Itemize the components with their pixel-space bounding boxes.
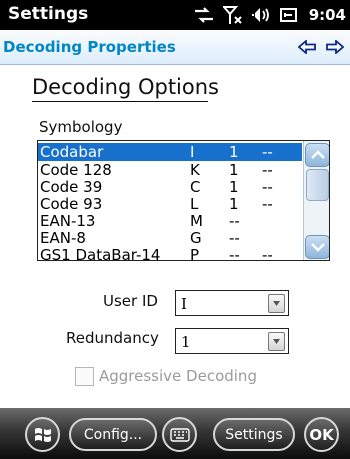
status-title: Settings bbox=[8, 4, 89, 24]
list-item[interactable]: Code 39 C 1 -- bbox=[38, 178, 302, 196]
symbology-listbox[interactable]: Codabar I 1 -- Code 128 K 1 -- Code 39 C… bbox=[37, 140, 330, 261]
symbology-value: 1 bbox=[229, 178, 239, 196]
symbology-label: Symbology bbox=[39, 118, 123, 136]
symbology-value: -- bbox=[229, 229, 240, 247]
back-arrow-button[interactable] bbox=[296, 36, 318, 58]
clock[interactable]: 9:04 bbox=[309, 6, 346, 24]
list-item[interactable]: Codabar I 1 -- bbox=[38, 143, 302, 161]
keyboard-button[interactable] bbox=[162, 417, 197, 452]
volume-icon[interactable] bbox=[251, 5, 271, 25]
symbology-extra: -- bbox=[262, 195, 273, 213]
symbology-extra: -- bbox=[262, 178, 273, 196]
chevron-down-icon bbox=[310, 243, 325, 252]
symbology-name: EAN-13 bbox=[40, 212, 96, 230]
no-signal-icon[interactable] bbox=[222, 5, 243, 25]
taskbar: Config... Settings OK bbox=[0, 408, 350, 459]
list-item[interactable]: GS1 DataBar-14 P -- -- bbox=[38, 246, 302, 261]
symbology-value: 1 bbox=[229, 161, 239, 179]
ok-button[interactable]: OK bbox=[304, 417, 339, 452]
symbology-code: C bbox=[190, 178, 201, 196]
list-item[interactable]: EAN-13 M -- bbox=[38, 212, 302, 230]
scroll-down-button[interactable] bbox=[305, 235, 329, 259]
redundancy-value: 1 bbox=[181, 333, 191, 351]
symbology-name: EAN-8 bbox=[40, 229, 86, 247]
symbology-name: Code 93 bbox=[40, 195, 103, 213]
page-title: Decoding Properties bbox=[3, 38, 176, 56]
windows-logo-icon bbox=[34, 427, 51, 442]
section-underline bbox=[32, 101, 208, 102]
keyboard-icon bbox=[169, 427, 190, 442]
section-title: Decoding Options bbox=[32, 75, 219, 99]
chevron-down-icon bbox=[273, 301, 280, 306]
scroll-up-button[interactable] bbox=[305, 143, 329, 167]
left-arrow-icon bbox=[298, 40, 316, 54]
settings-button[interactable]: Settings bbox=[213, 418, 295, 451]
symbology-name: Code 128 bbox=[40, 161, 112, 179]
status-icons: 9:04 bbox=[193, 3, 346, 27]
user-id-label: User ID bbox=[103, 292, 158, 310]
chevron-down-icon bbox=[273, 339, 280, 344]
symbology-name: Codabar bbox=[40, 143, 104, 161]
status-bar: Settings 9:04 bbox=[0, 0, 350, 30]
symbology-code: M bbox=[190, 212, 203, 230]
user-id-value: I bbox=[181, 295, 187, 313]
symbology-name: GS1 DataBar-14 bbox=[40, 246, 161, 261]
symbology-value: 1 bbox=[229, 195, 239, 213]
settings-label: Settings bbox=[225, 426, 283, 443]
scroll-thumb[interactable] bbox=[306, 169, 329, 201]
symbology-code: I bbox=[190, 143, 195, 161]
list-item[interactable]: Code 93 L 1 -- bbox=[38, 195, 302, 213]
redundancy-dropdown[interactable]: 1 bbox=[175, 328, 289, 354]
right-arrow-icon bbox=[326, 40, 344, 54]
forward-arrow-button[interactable] bbox=[324, 36, 346, 58]
battery-charging-icon[interactable] bbox=[279, 5, 299, 25]
chevron-up-icon bbox=[310, 150, 325, 159]
symbology-extra: -- bbox=[262, 143, 273, 161]
symbology-code: K bbox=[190, 161, 200, 179]
config-label: Config... bbox=[83, 426, 143, 443]
symbology-code: G bbox=[190, 229, 202, 247]
symbology-value: -- bbox=[229, 212, 240, 230]
aggressive-decoding-checkbox[interactable] bbox=[75, 367, 94, 386]
start-button[interactable] bbox=[25, 417, 60, 452]
config-button[interactable]: Config... bbox=[69, 418, 157, 451]
connectivity-icon[interactable] bbox=[193, 5, 215, 25]
symbology-value: 1 bbox=[229, 143, 239, 161]
list-item[interactable]: Code 128 K 1 -- bbox=[38, 161, 302, 179]
redundancy-label: Redundancy bbox=[66, 329, 159, 347]
dropdown-button[interactable] bbox=[268, 294, 285, 313]
list-scrollbar[interactable] bbox=[303, 141, 329, 260]
symbology-extra: -- bbox=[262, 161, 273, 179]
symbology-code: P bbox=[190, 246, 200, 261]
list-item[interactable]: EAN-8 G -- bbox=[38, 229, 302, 247]
ok-label: OK bbox=[309, 425, 334, 444]
symbology-name: Code 39 bbox=[40, 178, 103, 196]
symbology-value: -- bbox=[229, 246, 240, 261]
dropdown-button[interactable] bbox=[268, 332, 285, 351]
aggressive-decoding-label: Aggressive Decoding bbox=[99, 367, 257, 385]
user-id-dropdown[interactable]: I bbox=[175, 290, 289, 316]
page-header: Decoding Properties bbox=[0, 30, 350, 65]
symbology-extra: -- bbox=[262, 246, 273, 261]
symbology-code: L bbox=[190, 195, 199, 213]
